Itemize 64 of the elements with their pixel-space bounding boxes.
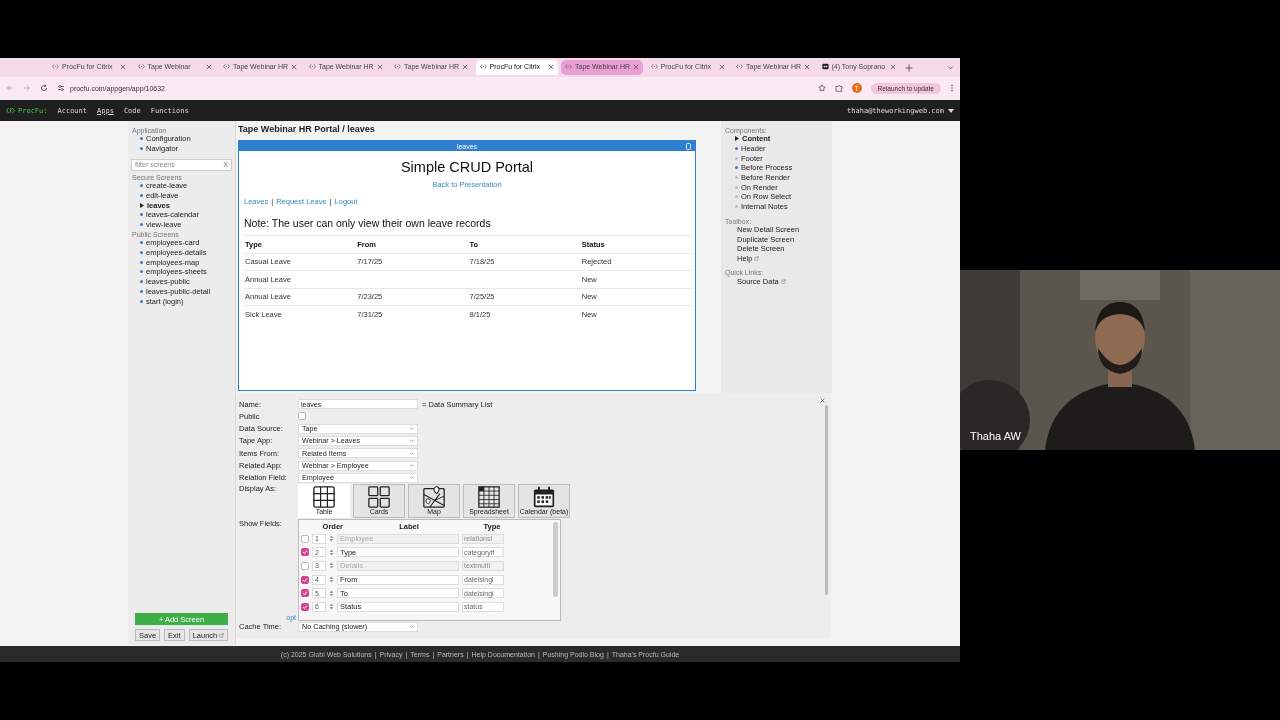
brackets-icon [52, 63, 59, 70]
calendar-icon [533, 486, 555, 509]
close-icon[interactable] [291, 63, 298, 70]
checkbox[interactable] [301, 561, 309, 570]
checkbox[interactable] [301, 602, 309, 611]
brackets-icon [565, 63, 572, 70]
more-icon[interactable] [950, 84, 954, 92]
sort-handle-icon[interactable] [329, 589, 334, 597]
map-icon [423, 486, 445, 509]
cards-icon [368, 486, 390, 509]
sort-handle-icon[interactable] [329, 535, 334, 542]
caret-icon [409, 476, 414, 480]
checkbox[interactable] [298, 412, 306, 421]
brackets-icon [137, 63, 145, 70]
close-icon[interactable] [205, 63, 212, 70]
sort-handle-icon[interactable] [329, 548, 334, 556]
close-icon[interactable] [462, 63, 469, 70]
star-icon[interactable] [817, 84, 826, 92]
puzzle-icon[interactable] [834, 84, 843, 92]
breadcrumb: Tape Webinar HR Portal / leaves [238, 124, 376, 136]
caret-icon [409, 427, 414, 431]
caret-icon [409, 451, 414, 455]
plus-icon[interactable] [905, 63, 913, 72]
sort-handle-icon[interactable] [329, 562, 334, 570]
phone-icon[interactable] [686, 142, 691, 150]
brackets-icon [308, 63, 316, 70]
checkbox[interactable] [301, 575, 309, 584]
caret-icon [409, 625, 414, 629]
external-link-icon [219, 632, 225, 638]
sort-handle-icon[interactable] [329, 603, 334, 611]
brackets-icon [394, 63, 401, 70]
caret-icon [409, 464, 414, 468]
caret-icon[interactable] [948, 108, 954, 113]
external-link-icon [780, 278, 786, 284]
external-link-icon [754, 255, 760, 261]
close-icon[interactable] [633, 63, 640, 70]
brackets-icon [223, 63, 230, 70]
sort-handle-icon[interactable] [329, 576, 334, 584]
close-icon[interactable] [120, 63, 126, 70]
portal-heading: Simple CRUD Portal [399, 159, 535, 175]
close-icon[interactable] [804, 63, 811, 70]
close-icon[interactable] [889, 63, 896, 70]
checkbox[interactable] [301, 548, 309, 557]
code-icon [6, 107, 15, 114]
checkbox[interactable] [301, 534, 309, 543]
close-icon[interactable] [376, 63, 383, 70]
close-icon[interactable] [820, 398, 825, 403]
caret-icon [409, 439, 414, 443]
brackets-icon [479, 63, 487, 70]
chevron-down-icon[interactable] [947, 64, 954, 71]
brackets-icon [736, 63, 743, 70]
checkbox[interactable] [301, 589, 309, 598]
spreadsheet-icon [478, 486, 500, 509]
close-icon[interactable] [718, 63, 725, 70]
caret-right-icon [735, 136, 739, 142]
square-icon [821, 63, 829, 70]
caret-right-icon [140, 202, 144, 208]
brackets-icon [650, 63, 658, 70]
site-settings-icon[interactable] [57, 84, 65, 92]
note-text: Note: The user can only view their own leave records [244, 217, 492, 229]
participant-name: Thaha AW [970, 430, 1021, 442]
table-icon [313, 486, 335, 509]
reload-icon[interactable] [40, 84, 48, 92]
close-icon[interactable] [547, 63, 554, 70]
